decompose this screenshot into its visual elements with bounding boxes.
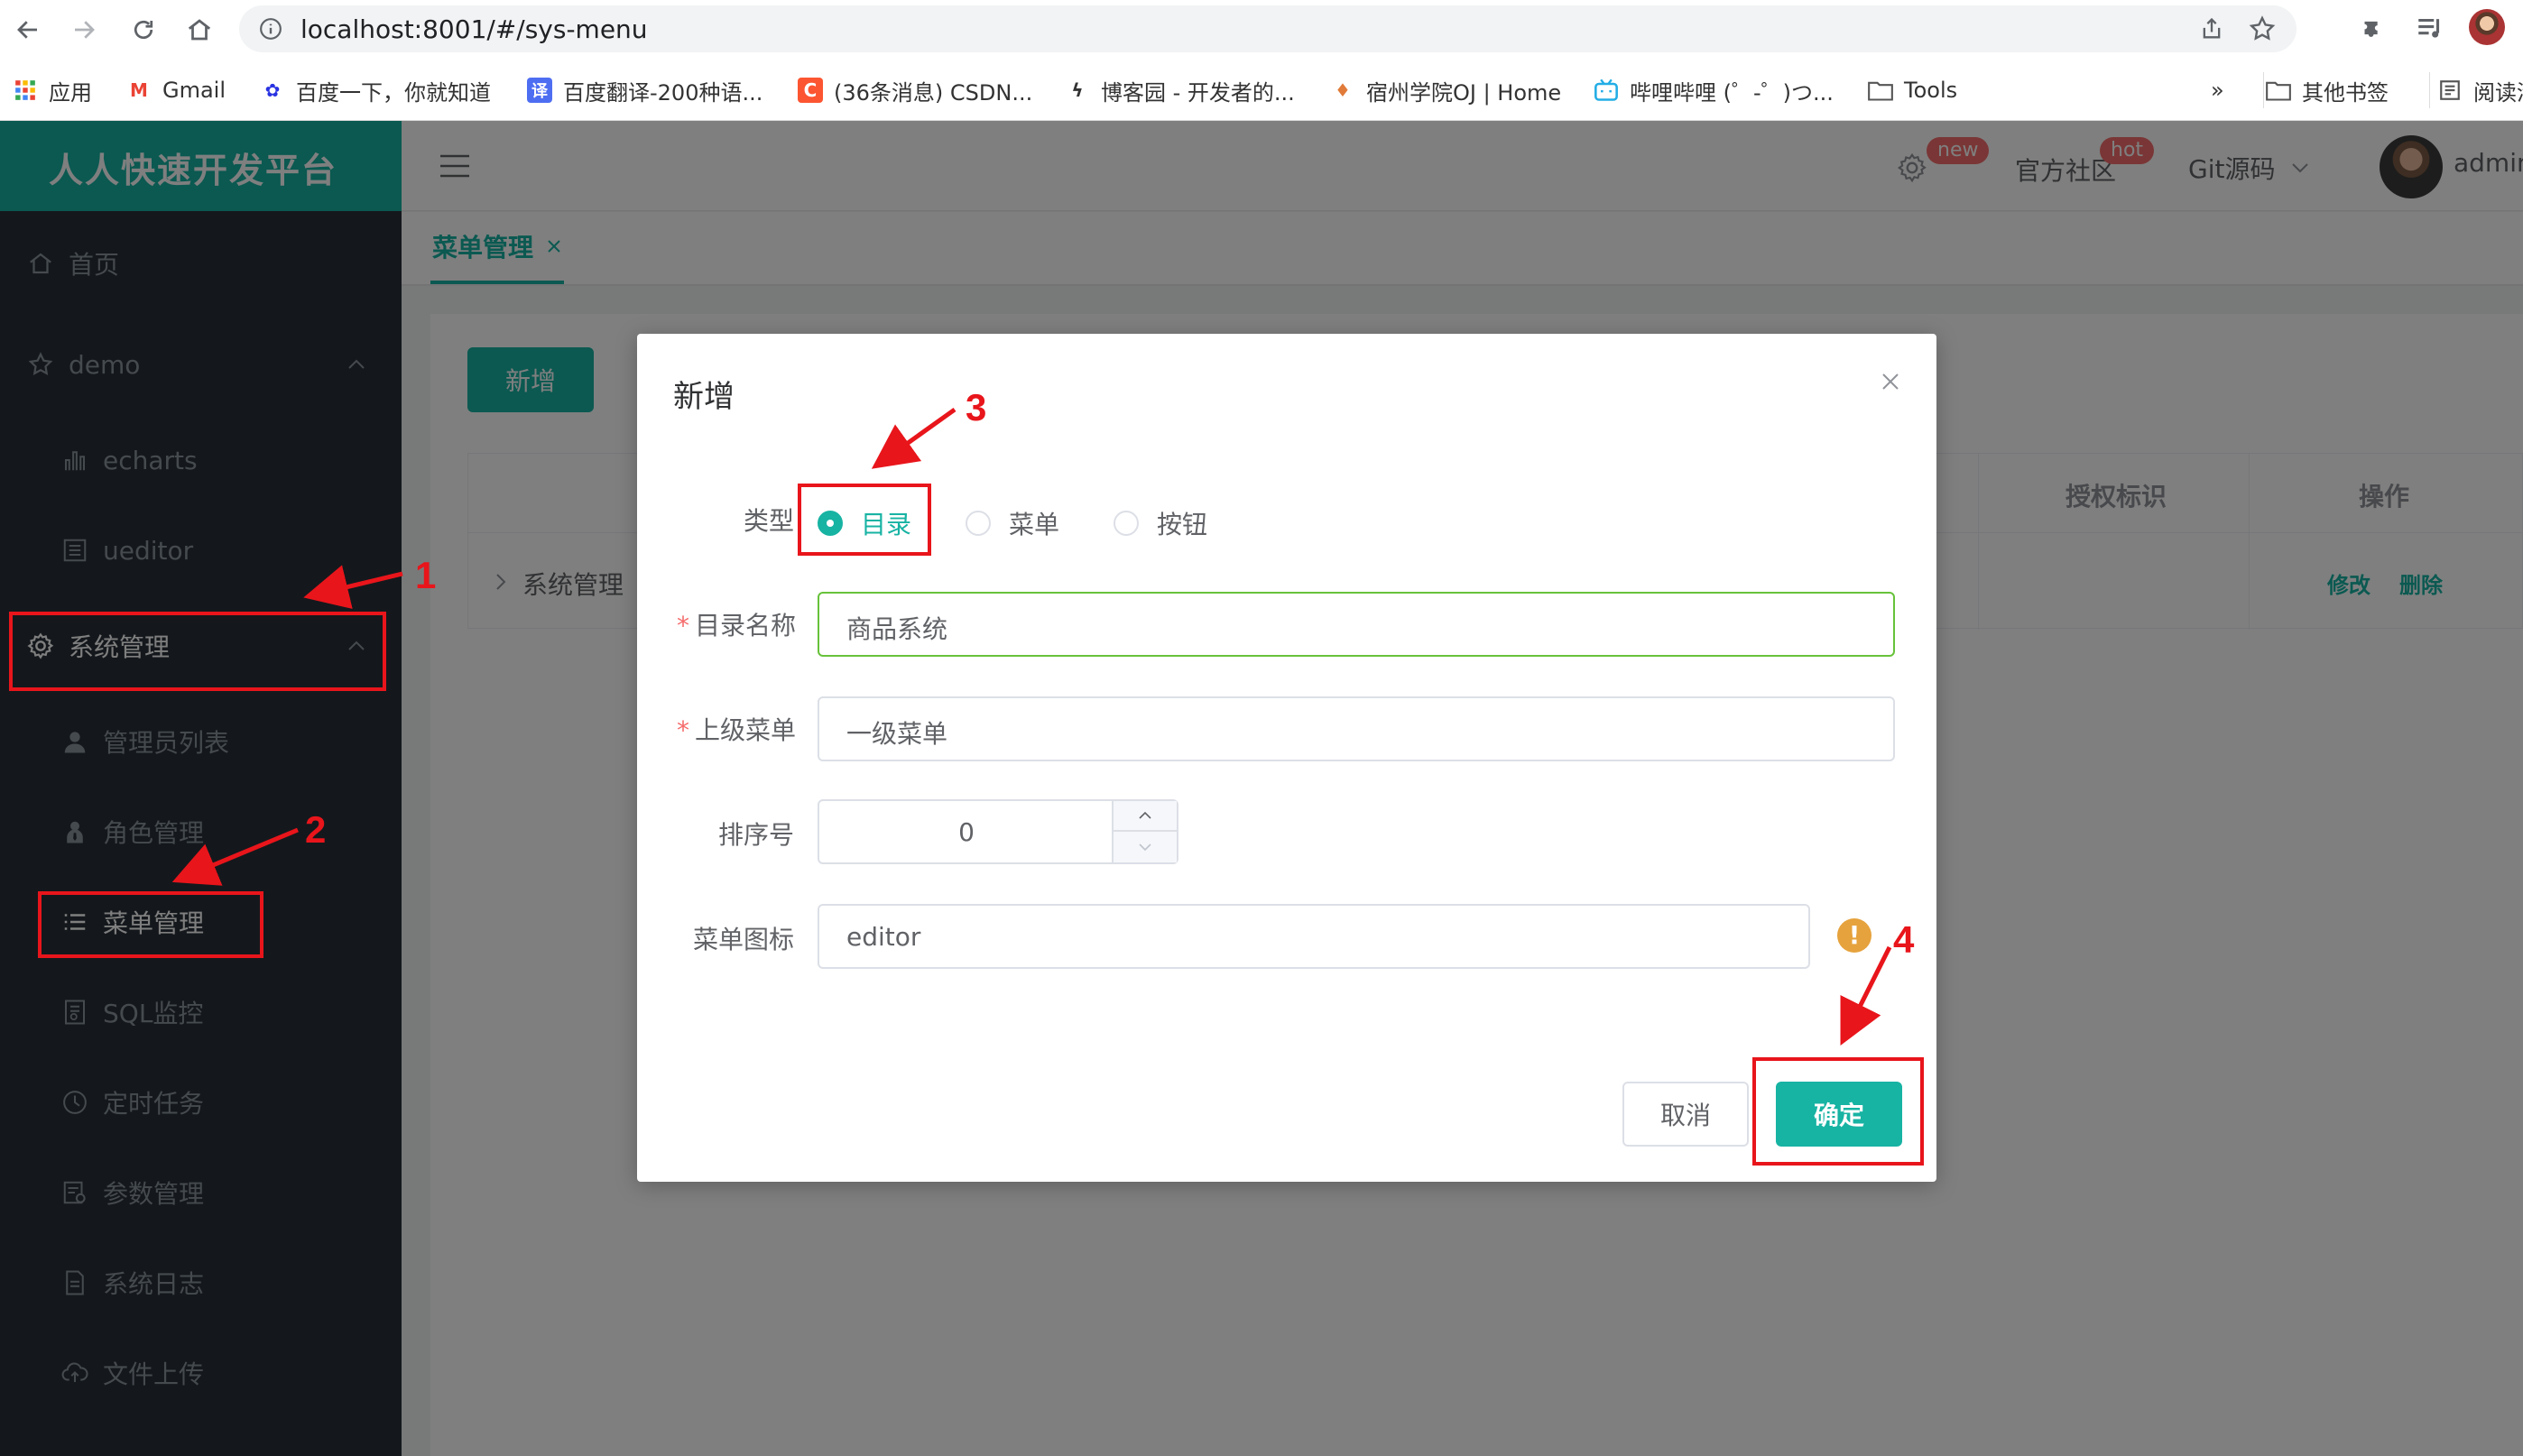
bookmark-csdn[interactable]: C (36条消息) CSDN... bbox=[798, 72, 1032, 108]
annotation-box-type bbox=[798, 484, 931, 556]
warning-icon[interactable]: ! bbox=[1837, 918, 1871, 953]
bookmark-label: (36条消息) CSDN... bbox=[834, 79, 1033, 106]
bookmark-tools[interactable]: Tools bbox=[1868, 72, 1957, 108]
annotation-step-2: 2 bbox=[305, 808, 327, 851]
overflow-chevron-icon: » bbox=[2211, 78, 2224, 103]
reading-list[interactable]: 阅读清 bbox=[2429, 72, 2523, 108]
bookmark-label: 百度翻译-200种语... bbox=[563, 79, 763, 106]
bookmark-apps[interactable]: 应用 bbox=[13, 72, 92, 108]
bookmarks-overflow-button[interactable]: » bbox=[2211, 72, 2224, 108]
browser-chrome: localhost:8001/#/sys-menu 应用 M Gmail ✿ 百… bbox=[0, 0, 2523, 121]
extensions-puzzle-icon[interactable] bbox=[2357, 13, 2388, 43]
baidu-translate-icon: 译 bbox=[527, 78, 552, 103]
balloon-icon: ♦ bbox=[1335, 79, 1351, 101]
bookmark-baidu-translate[interactable]: 译 百度翻译-200种语... bbox=[527, 72, 762, 108]
radio-label: 按钮 bbox=[1157, 510, 1208, 539]
bookmark-label: Tools bbox=[1904, 78, 1958, 103]
address-bar[interactable]: localhost:8001/#/sys-menu bbox=[239, 5, 2297, 52]
bilibili-icon bbox=[1594, 78, 1619, 103]
menu-icon-input[interactable]: editor bbox=[818, 904, 1810, 969]
annotation-box-menu bbox=[38, 891, 263, 958]
increment-button[interactable] bbox=[1114, 801, 1177, 832]
profile-avatar[interactable] bbox=[2469, 9, 2505, 45]
order-number-stepper[interactable]: 0 bbox=[818, 799, 1178, 864]
order-label: 排序号 bbox=[718, 820, 795, 850]
url-text[interactable]: localhost:8001/#/sys-menu bbox=[300, 14, 648, 44]
add-menu-dialog: 新增 类型 目录 菜单 按钮 * 目录名称 商品系统 * 上级菜单 一级菜单 排序号… bbox=[637, 334, 1936, 1182]
stepper-value: 0 bbox=[958, 817, 975, 847]
media-control-icon[interactable] bbox=[2415, 13, 2445, 43]
annotation-step-1: 1 bbox=[415, 554, 437, 596]
bookmark-label: 其他书签 bbox=[2302, 79, 2389, 106]
decrement-button[interactable] bbox=[1114, 832, 1177, 862]
parent-menu-input[interactable]: 一级菜单 bbox=[818, 696, 1895, 761]
bookmarks-bar: 应用 M Gmail ✿ 百度一下，你就知道 译 百度翻译-200种语... C… bbox=[0, 72, 2523, 108]
back-button[interactable] bbox=[9, 11, 47, 49]
input-value: editor bbox=[846, 922, 921, 952]
directory-name-input[interactable]: 商品系统 bbox=[818, 592, 1895, 657]
bookmark-star-icon[interactable] bbox=[2248, 14, 2277, 43]
bookmark-baidu[interactable]: ✿ 百度一下，你就知道 bbox=[260, 72, 491, 108]
radio-unchecked-icon bbox=[1114, 511, 1139, 536]
apps-grid-icon bbox=[13, 78, 38, 103]
baidu-paw-icon: ✿ bbox=[264, 79, 281, 101]
bookmark-label: Gmail bbox=[162, 78, 226, 103]
radio-label: 菜单 bbox=[1009, 510, 1060, 539]
home-icon bbox=[188, 19, 211, 41]
annotation-box-system bbox=[9, 612, 386, 691]
required-asterisk: * bbox=[677, 611, 689, 640]
home-button[interactable] bbox=[180, 11, 218, 49]
cnblogs-icon: ϟ bbox=[1071, 79, 1084, 101]
chevron-up-icon bbox=[1139, 811, 1151, 819]
input-value: 商品系统 bbox=[846, 614, 948, 644]
stepper-controls bbox=[1112, 801, 1177, 862]
bookmark-gmail[interactable]: M Gmail bbox=[126, 72, 226, 108]
forward-button[interactable] bbox=[65, 11, 103, 49]
cancel-button[interactable]: 取消 bbox=[1622, 1082, 1749, 1147]
bookmark-label: 博客园 - 开发者的... bbox=[1101, 79, 1295, 106]
share-icon[interactable] bbox=[2199, 16, 2224, 41]
reload-icon bbox=[134, 20, 153, 40]
csdn-icon: C bbox=[798, 78, 823, 103]
bookmark-label: 百度一下，你就知道 bbox=[296, 79, 491, 106]
chevron-down-icon bbox=[1139, 843, 1151, 852]
info-icon[interactable] bbox=[259, 17, 282, 41]
parent-label-text: 上级菜单 bbox=[695, 715, 797, 745]
annotation-step-3: 3 bbox=[966, 386, 987, 429]
arrow-left-icon bbox=[17, 21, 37, 39]
bookmark-label: 阅读清 bbox=[2473, 79, 2523, 106]
name-label: * 目录名称 bbox=[677, 606, 796, 642]
dialog-title: 新增 bbox=[673, 379, 735, 415]
folder-icon bbox=[2266, 78, 2291, 103]
gmail-icon: M bbox=[130, 79, 148, 101]
bookmark-label: 哔哩哔哩 (゜-゜)つ... bbox=[1630, 79, 1834, 106]
bookmark-label: 宿州学院OJ | Home bbox=[1366, 79, 1562, 106]
type-radio-button[interactable]: 按钮 bbox=[1114, 505, 1207, 541]
name-label-text: 目录名称 bbox=[695, 611, 797, 640]
annotation-box-confirm bbox=[1752, 1057, 1924, 1166]
parent-label: * 上级菜单 bbox=[677, 711, 796, 747]
bookmark-other[interactable]: 其他书签 bbox=[2263, 72, 2389, 108]
bookmark-cnblogs[interactable]: ϟ 博客园 - 开发者的... bbox=[1065, 72, 1295, 108]
bookmark-label: 应用 bbox=[49, 79, 92, 106]
radio-unchecked-icon bbox=[966, 511, 991, 536]
icon-label: 菜单图标 bbox=[693, 925, 795, 954]
arrow-right-icon bbox=[75, 21, 95, 39]
input-value: 一级菜单 bbox=[846, 719, 948, 749]
bookmark-bilibili[interactable]: 哔哩哔哩 (゜-゜)つ... bbox=[1594, 72, 1834, 108]
annotation-step-4: 4 bbox=[1893, 918, 1915, 961]
folder-icon bbox=[1868, 78, 1893, 103]
required-asterisk: * bbox=[677, 715, 689, 745]
reload-button[interactable] bbox=[125, 11, 162, 49]
type-label: 类型 bbox=[744, 506, 795, 536]
type-radio-menu[interactable]: 菜单 bbox=[966, 505, 1059, 541]
bookmark-oj[interactable]: ♦ 宿州学院OJ | Home bbox=[1330, 72, 1561, 108]
close-icon[interactable] bbox=[1881, 372, 1900, 392]
reading-list-icon bbox=[2437, 78, 2463, 103]
